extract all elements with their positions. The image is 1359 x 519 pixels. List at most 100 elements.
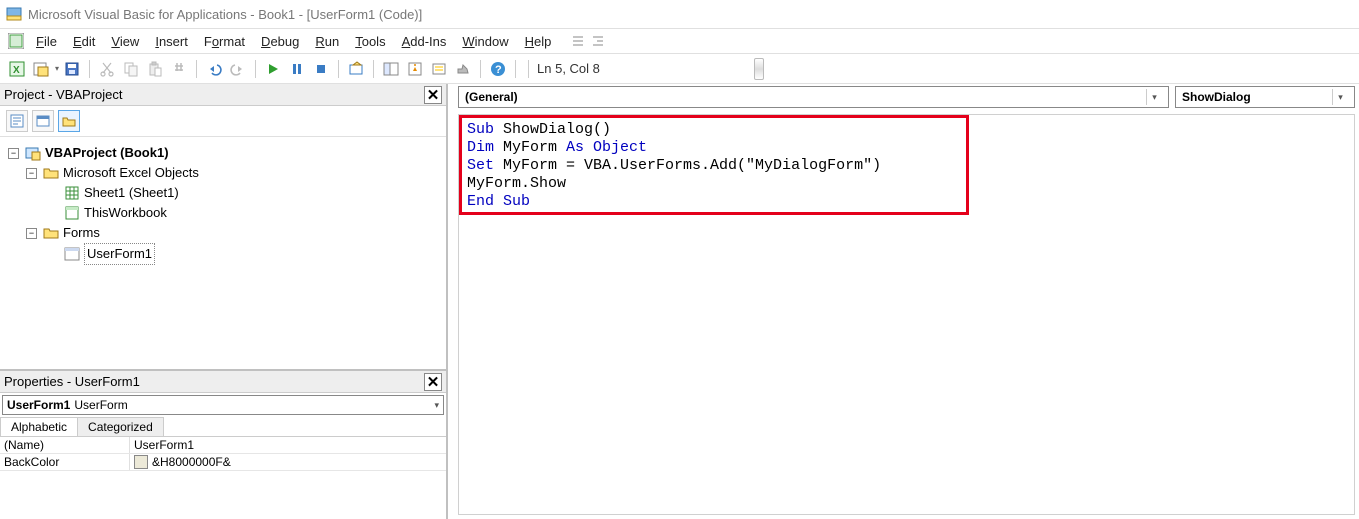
chevron-down-icon[interactable]: ▾ [434, 400, 439, 411]
userform-icon [64, 246, 80, 262]
tree-item-thisworkbook[interactable]: ThisWorkbook [84, 203, 167, 223]
insert-dropdown-icon[interactable]: ▾ [54, 64, 59, 73]
find-icon[interactable] [168, 58, 190, 80]
project-panel-title: Project - VBAProject [4, 87, 123, 102]
collapse-icon[interactable]: − [8, 148, 19, 159]
save-icon[interactable] [61, 58, 83, 80]
main-area: Project - VBAProject ✕ − VBAProject [0, 84, 1359, 519]
properties-window-icon[interactable] [404, 58, 426, 80]
close-icon[interactable]: ✕ [424, 373, 442, 391]
reset-icon[interactable] [310, 58, 332, 80]
toolbox-icon[interactable] [452, 58, 474, 80]
project-root[interactable]: VBAProject (Book1) [45, 143, 169, 163]
menu-run[interactable]: Run [307, 32, 347, 51]
properties-grid[interactable]: (Name) UserForm1 BackColor &H8000000F& [0, 437, 446, 519]
code-dropdown-bar: (General) ▾ ShowDialog ▾ [448, 84, 1359, 110]
titlebar: Microsoft Visual Basic for Applications … [0, 0, 1359, 28]
excel-icon[interactable] [6, 31, 26, 51]
properties-panel: Properties - UserForm1 ✕ UserForm1 UserF… [0, 369, 446, 519]
toggle-folders-icon[interactable] [58, 110, 80, 132]
properties-object-dropdown[interactable]: UserForm1 UserForm ▾ [0, 393, 446, 417]
break-icon[interactable] [286, 58, 308, 80]
menu-format[interactable]: Format [196, 32, 253, 51]
chevron-down-icon[interactable]: ▾ [1332, 89, 1348, 105]
property-value-text: &H8000000F& [152, 455, 231, 469]
code-text[interactable]: Sub ShowDialog() Dim MyForm As Object Se… [459, 115, 1354, 217]
properties-tabs: Alphabetic Categorized [0, 417, 446, 437]
project-panel-toolbar [0, 106, 446, 137]
project-panel-header: Project - VBAProject ✕ [0, 84, 446, 106]
object-dropdown-value: (General) [465, 90, 518, 104]
run-icon[interactable] [262, 58, 284, 80]
view-excel-icon[interactable]: X [6, 58, 28, 80]
view-code-icon[interactable] [6, 110, 28, 132]
menubar: FileEditViewInsertFormatDebugRunToolsAdd… [0, 28, 1359, 54]
cursor-position: Ln 5, Col 8 [528, 60, 748, 78]
menu-view[interactable]: View [103, 32, 147, 51]
insert-module-icon[interactable] [30, 58, 52, 80]
tree-folder-excel-objects[interactable]: Microsoft Excel Objects [63, 163, 199, 183]
properties-panel-header: Properties - UserForm1 ✕ [0, 371, 446, 393]
redo-icon[interactable] [227, 58, 249, 80]
svg-text:X: X [13, 65, 20, 76]
tab-alphabetic[interactable]: Alphabetic [0, 417, 78, 436]
copy-icon[interactable] [120, 58, 142, 80]
project-explorer-icon[interactable] [380, 58, 402, 80]
property-value[interactable]: &H8000000F& [130, 454, 446, 470]
properties-object-type: UserForm [74, 398, 127, 412]
properties-object-name: UserForm1 [7, 398, 70, 412]
indent-icon[interactable] [589, 31, 609, 51]
left-panels: Project - VBAProject ✕ − VBAProject [0, 84, 448, 519]
properties-panel-title: Properties - UserForm1 [4, 374, 140, 389]
view-object-icon[interactable] [32, 110, 54, 132]
tree-folder-forms[interactable]: Forms [63, 223, 100, 243]
property-name: BackColor [0, 454, 130, 470]
menu-debug[interactable]: Debug [253, 32, 307, 51]
folder-icon [43, 225, 59, 241]
menu-addins[interactable]: Add-Ins [394, 32, 455, 51]
tree-item-userform1[interactable]: UserForm1 [84, 243, 155, 265]
menu-file[interactable]: File [28, 32, 65, 51]
folder-icon [43, 165, 59, 181]
menu-insert[interactable]: Insert [147, 32, 196, 51]
separator [89, 60, 90, 78]
property-row[interactable]: BackColor &H8000000F& [0, 454, 446, 471]
separator [255, 60, 256, 78]
design-mode-icon[interactable] [345, 58, 367, 80]
cut-icon[interactable] [96, 58, 118, 80]
property-value[interactable]: UserForm1 [130, 437, 446, 453]
workbook-icon [64, 205, 80, 221]
undo-icon[interactable] [203, 58, 225, 80]
collapse-icon[interactable]: − [26, 168, 37, 179]
vba-project-icon [25, 145, 41, 161]
property-row[interactable]: (Name) UserForm1 [0, 437, 446, 454]
svg-text:?: ? [495, 64, 502, 76]
project-explorer-panel: Project - VBAProject ✕ − VBAProject [0, 84, 446, 369]
color-swatch-icon [134, 455, 148, 469]
menu-tools[interactable]: Tools [347, 32, 393, 51]
code-editor[interactable]: Sub ShowDialog() Dim MyForm As Object Se… [458, 114, 1355, 515]
help-icon[interactable]: ? [487, 58, 509, 80]
menu-window[interactable]: Window [454, 32, 516, 51]
separator [373, 60, 374, 78]
separator [196, 60, 197, 78]
menu-edit[interactable]: Edit [65, 32, 103, 51]
close-icon[interactable]: ✕ [424, 86, 442, 104]
object-browser-icon[interactable] [428, 58, 450, 80]
toolbar-gripper[interactable] [754, 58, 764, 80]
tab-categorized[interactable]: Categorized [77, 417, 164, 436]
vba-app-icon [6, 6, 22, 22]
property-name: (Name) [0, 437, 130, 453]
collapse-icon[interactable]: − [26, 228, 37, 239]
object-dropdown[interactable]: (General) ▾ [458, 86, 1169, 108]
menu-help[interactable]: Help [517, 32, 560, 51]
separator [480, 60, 481, 78]
project-tree[interactable]: − VBAProject (Book1) − Microsoft Excel O… [0, 137, 446, 369]
outdent-icon[interactable] [567, 31, 587, 51]
paste-icon[interactable] [144, 58, 166, 80]
worksheet-icon [64, 185, 80, 201]
chevron-down-icon[interactable]: ▾ [1146, 89, 1162, 105]
procedure-dropdown[interactable]: ShowDialog ▾ [1175, 86, 1355, 108]
toolbar: X ▾ [0, 54, 1359, 84]
tree-item-sheet1[interactable]: Sheet1 (Sheet1) [84, 183, 179, 203]
